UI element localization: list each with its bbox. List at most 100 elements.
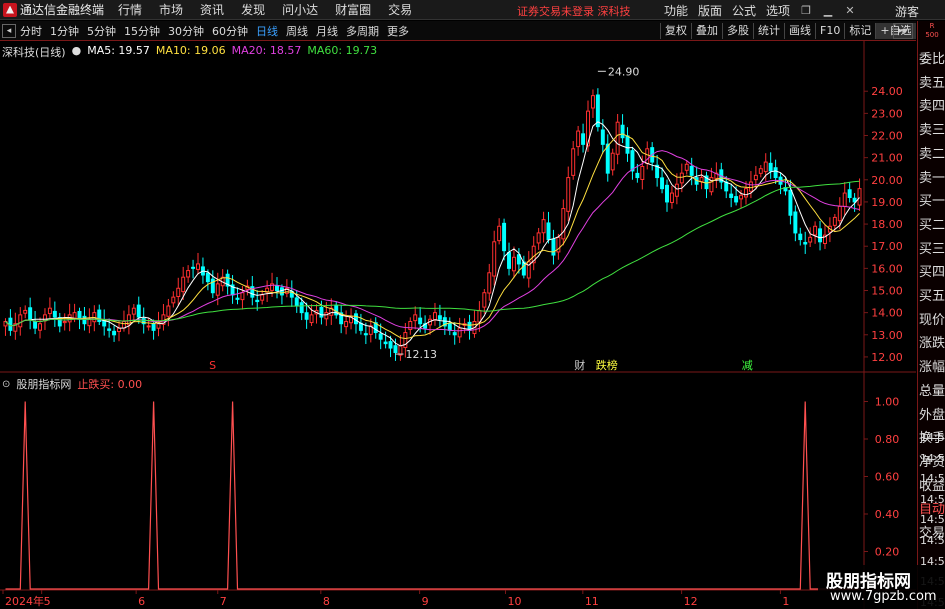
- candle-body: [196, 263, 200, 270]
- sidebar-item-7[interactable]: 买二: [919, 214, 945, 233]
- guest-user-label[interactable]: 游客: [895, 3, 919, 20]
- period-tab-0[interactable]: 分时: [20, 23, 42, 39]
- candle-body: [279, 287, 284, 296]
- menu-item-discover[interactable]: 发现: [241, 1, 265, 18]
- period-tab-5[interactable]: 60分钟: [212, 23, 248, 39]
- sidebar-item-15[interactable]: 外盘: [919, 404, 945, 423]
- ma20-line: [5, 150, 860, 332]
- candle-body: [344, 321, 349, 328]
- y-tick-label: 15.00: [871, 285, 903, 298]
- login-status-text[interactable]: 证券交易未登录 深科技: [517, 3, 631, 19]
- collapse-toolbar-icon[interactable]: ◂: [2, 23, 16, 38]
- menu-item-layout[interactable]: 版面: [698, 2, 722, 19]
- sidebar-item-0[interactable]: 委比: [919, 48, 945, 67]
- tool-f10-button[interactable]: F10: [815, 23, 844, 39]
- candle-body: [635, 172, 640, 179]
- candle-body: [171, 296, 176, 304]
- sidebar-item-11[interactable]: 现价: [919, 309, 945, 328]
- sidebar-item-14[interactable]: 总量: [919, 380, 945, 399]
- candle-body: [507, 252, 512, 269]
- sidebar-item-12[interactable]: 涨跌: [919, 332, 945, 351]
- candle-body: [788, 189, 793, 216]
- candle-body: [857, 188, 862, 206]
- candle-body: [600, 129, 605, 145]
- minimize-icon[interactable]: ▁: [817, 0, 839, 20]
- restore-window-icon[interactable]: ❐: [795, 0, 817, 20]
- candle-body: [561, 208, 566, 240]
- period-tab-10[interactable]: 更多: [387, 23, 409, 39]
- sidebar-item-5[interactable]: 卖一: [919, 167, 945, 186]
- y-tick-label: 17.00: [871, 240, 903, 253]
- menu-item-wealth-circle[interactable]: 财富圈: [335, 1, 371, 18]
- indicator-line: [5, 401, 860, 590]
- tool-multi-stock-button[interactable]: 多股: [722, 23, 753, 39]
- candle-body: [497, 225, 502, 242]
- tool-draw-line-button[interactable]: 画线: [784, 23, 815, 39]
- period-tab-4[interactable]: 30分钟: [168, 23, 204, 39]
- period-tab-6[interactable]: 日线: [256, 23, 278, 39]
- candle-body: [793, 211, 798, 234]
- indicator-name[interactable]: 股朋指标网: [16, 376, 71, 392]
- tool-overlay-button[interactable]: 叠加: [691, 23, 722, 39]
- tool-mark-button[interactable]: 标记: [844, 23, 875, 39]
- x-tick-label: 11: [585, 595, 599, 608]
- sidebar-item-9[interactable]: 买四: [919, 261, 945, 280]
- candle-body: [186, 270, 191, 278]
- y-tick-label: 21.00: [871, 152, 903, 165]
- menu-item-formula[interactable]: 公式: [732, 2, 756, 19]
- candle-body: [679, 172, 684, 184]
- x-tick-label: 7: [220, 595, 227, 608]
- period-tab-8[interactable]: 月线: [316, 23, 338, 39]
- tool-adjust-button[interactable]: 复权: [660, 23, 691, 39]
- sidebar-header-code: 500: [925, 31, 939, 39]
- stock-name-label[interactable]: 深科技(日线): [2, 44, 66, 60]
- menu-item-trade[interactable]: 交易: [388, 1, 412, 18]
- candle-body: [240, 292, 245, 301]
- period-tab-2[interactable]: 5分钟: [87, 23, 116, 39]
- sidebar-item-8[interactable]: 买三: [919, 238, 945, 257]
- sidebar-item-1[interactable]: 卖五: [919, 72, 945, 91]
- settings-dot-icon[interactable]: ●: [72, 44, 82, 60]
- sidebar-item-3[interactable]: 卖三: [919, 119, 945, 138]
- candle-body: [842, 192, 847, 207]
- candle-body: [625, 135, 630, 154]
- candle-body: [447, 322, 452, 331]
- menu-item-function[interactable]: 功能: [664, 2, 688, 19]
- menu-item-market[interactable]: 市场: [159, 1, 183, 18]
- menu-item-options[interactable]: 选项: [766, 2, 790, 19]
- close-icon[interactable]: ✕: [839, 0, 861, 20]
- sidebar-item-6[interactable]: 买一: [919, 190, 945, 209]
- sidebar-toggle-icon[interactable]: ▸▸: [893, 23, 913, 39]
- sidebar-item-4[interactable]: 卖二: [919, 143, 945, 162]
- menu-item-assistant[interactable]: 问小达: [282, 1, 318, 18]
- menu-item-news[interactable]: 资讯: [200, 1, 224, 18]
- sidebar-item-2[interactable]: 卖四: [919, 95, 945, 114]
- sidebar-header-r: R: [929, 22, 935, 30]
- tool-statistics-button[interactable]: 统计: [753, 23, 784, 39]
- indicator-legend: ⊙ 股朋指标网 止跌买: 0.00: [2, 376, 142, 392]
- menu-item-quotes[interactable]: 行情: [118, 1, 142, 18]
- sidebar-item-10[interactable]: 买五: [919, 285, 945, 304]
- candle-body: [739, 194, 744, 200]
- candle-body: [674, 183, 679, 197]
- period-tab-7[interactable]: 周线: [286, 23, 308, 39]
- candle-body: [191, 266, 196, 269]
- sidebar-item-13[interactable]: 涨幅: [919, 356, 945, 375]
- chart-tools: 复权 叠加 多股 统计 画线 F10 标记 +自选: [660, 21, 916, 41]
- period-tab-9[interactable]: 多周期: [346, 23, 379, 39]
- candle-body: [358, 322, 363, 331]
- candle-body: [665, 184, 669, 203]
- candle-body: [215, 283, 220, 296]
- candle-body: [151, 323, 156, 331]
- kline-chart[interactable]: 24.00 23.00 22.00 21.00 20.00 19.00 18.00 17.00…: [0, 41, 916, 609]
- y-tick-label: 12.00: [871, 351, 903, 364]
- period-tab-3[interactable]: 15分钟: [124, 23, 160, 39]
- chart-grid: [0, 41, 916, 609]
- indicator-menu-icon[interactable]: ⊙: [2, 379, 10, 390]
- candle-body: [181, 276, 186, 293]
- candle-body: [551, 238, 556, 256]
- y-tick-label: 16.00: [871, 262, 903, 275]
- x-tick-label: 5: [44, 595, 51, 608]
- period-tab-1[interactable]: 1分钟: [50, 23, 79, 39]
- x-tick-label: 10: [508, 595, 522, 608]
